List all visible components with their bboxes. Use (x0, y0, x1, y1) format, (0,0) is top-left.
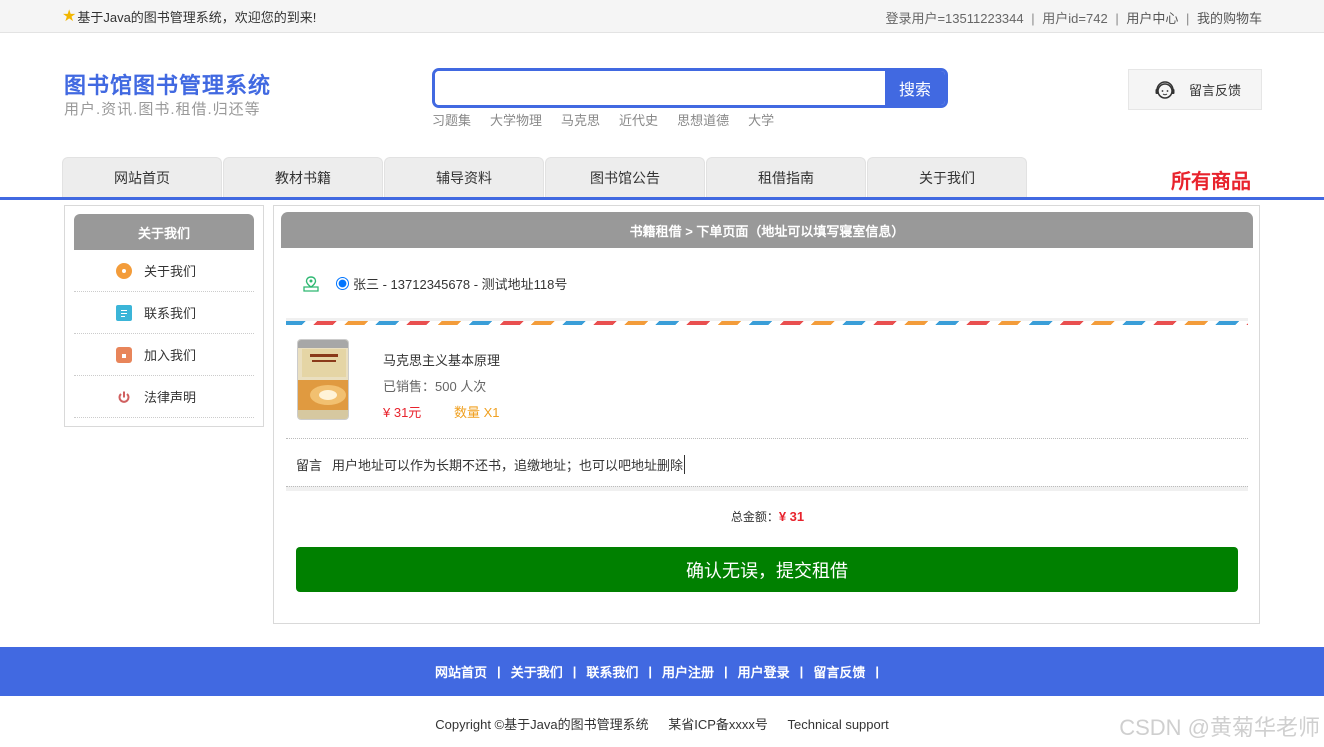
hot-word-link[interactable]: 大学物理 (490, 110, 542, 129)
sidebar-item-label: 加入我们 (144, 348, 197, 363)
total-label: 总金额： (730, 510, 779, 524)
login-user-text: 登录用户=13511223344 (885, 11, 1024, 26)
location-icon (303, 275, 319, 292)
site-subtitle: 用户.资讯.图书.租借.归还等 (64, 101, 261, 118)
welcome-text: 基于Java的图书管理系统，欢迎您的到来! (77, 10, 317, 25)
hot-word-link[interactable]: 习题集 (432, 110, 471, 129)
address-row: 张三 - 13712345678 - 测试地址118号 (302, 274, 567, 293)
top-bar: ★ 基于Java的图书管理系统，欢迎您的到来! 登录用户=13511223344… (0, 0, 1324, 33)
power-icon (116, 388, 132, 405)
clipboard-icon (116, 304, 132, 321)
hot-word-link[interactable]: 马克思 (561, 110, 600, 129)
search-input[interactable] (435, 71, 885, 105)
user-id-text: 用户id=742 (1042, 11, 1108, 26)
address-text: 张三 - 13712345678 - 测试地址118号 (353, 277, 568, 292)
memo-input[interactable]: 用户地址可以作为长期不还书，追缴地址；也可以吧地址删除 (332, 455, 686, 474)
user-center-link[interactable]: 用户中心 (1126, 11, 1178, 26)
nav-divider (0, 197, 1324, 200)
footer-link-feedback[interactable]: 留言反馈 (813, 662, 865, 681)
search-button[interactable]: 搜索 (885, 71, 945, 105)
book-price: ¥ 31元 (383, 405, 422, 420)
sidebar-item-label: 关于我们 (144, 264, 197, 279)
lock-icon (116, 346, 132, 363)
headset-icon (1155, 80, 1175, 99)
footer-link-login[interactable]: 用户登录 (738, 662, 790, 681)
sidebar-title: 关于我们 (74, 214, 254, 250)
sidebar-item-legal[interactable]: 法律声明 (74, 376, 254, 418)
watermark: CSDN @黄菊华老师 (1119, 715, 1320, 740)
support-text: Technical support (787, 717, 889, 732)
feedback-button[interactable]: 留言反馈 (1128, 69, 1262, 110)
memo-label: 留言 (296, 458, 323, 473)
copyright-text: Copyright ©基于Java的图书管理系统 (435, 717, 649, 732)
sidebar-item-contact[interactable]: 联系我们 (74, 292, 254, 334)
memo-row: 留言 用户地址可以作为长期不还书，追缴地址；也可以吧地址删除 (296, 455, 686, 474)
book-sold-count: 已销售：500 人次 (383, 379, 487, 394)
book-cover-image (297, 339, 349, 420)
footer-nav: 网站首页 | 关于我们 | 联系我们 | 用户注册 | 用户登录 | 留言反馈 | (0, 647, 1324, 696)
all-goods-link[interactable]: 所有商品 (1171, 165, 1251, 194)
icp-text: 某省ICP备xxxx号 (668, 717, 768, 732)
sidebar: 关于我们 关于我们 联系我们 加入我们 法律声明 (64, 205, 264, 427)
total-row: 总金额：¥ 31 (274, 508, 1261, 525)
footer-link-about[interactable]: 关于我们 (511, 662, 563, 681)
divider (286, 486, 1248, 491)
book-title[interactable]: 马克思主义基本原理 (383, 350, 500, 369)
site-title[interactable]: 图书馆图书管理系统 (64, 68, 271, 100)
divider (286, 438, 1248, 439)
hot-word-link[interactable]: 思想道德 (677, 110, 729, 129)
sidebar-item-label: 联系我们 (144, 306, 197, 321)
user-links: 登录用户=13511223344 | 用户id=742 | 用户中心 | 我的购… (885, 11, 1262, 26)
order-heading: 书籍租借 > 下单页面（地址可以填写寝室信息） (281, 212, 1253, 248)
order-panel: 书籍租借 > 下单页面（地址可以填写寝室信息） 张三 - 13712345678… (273, 205, 1260, 624)
sidebar-item-about[interactable]: 关于我们 (74, 250, 254, 292)
sidebar-item-label: 法律声明 (144, 390, 197, 405)
hot-word-link[interactable]: 近代史 (619, 110, 658, 129)
nav-tab-materials[interactable]: 辅导资料 (384, 157, 544, 197)
star-icon: ★ (62, 7, 77, 25)
feedback-label: 留言反馈 (1189, 83, 1242, 98)
footer-link-contact[interactable]: 联系我们 (586, 662, 638, 681)
hot-search-words: 习题集 大学物理 马克思 近代史 思想道德 大学 (432, 110, 774, 129)
nav-tab-textbooks[interactable]: 教材书籍 (223, 157, 383, 197)
sidebar-item-join[interactable]: 加入我们 (74, 334, 254, 376)
airmail-divider (286, 318, 1248, 325)
main-nav: 网站首页 教材书籍 辅导资料 图书馆公告 租借指南 关于我们 (62, 157, 1027, 197)
hot-word-link[interactable]: 大学 (748, 110, 774, 129)
footer-link-home[interactable]: 网站首页 (435, 662, 487, 681)
nav-tab-guide[interactable]: 租借指南 (706, 157, 866, 197)
footer-link-register[interactable]: 用户注册 (662, 662, 714, 681)
submit-rental-button[interactable]: 确认无误，提交租借 (296, 547, 1238, 592)
about-icon (116, 262, 132, 279)
search-bar: 搜索 (432, 68, 948, 108)
total-amount: ¥ 31 (778, 509, 805, 524)
nav-tab-home[interactable]: 网站首页 (62, 157, 222, 197)
cart-link[interactable]: 我的购物车 (1197, 11, 1262, 26)
nav-tab-notices[interactable]: 图书馆公告 (545, 157, 705, 197)
nav-tab-about[interactable]: 关于我们 (867, 157, 1027, 197)
book-quantity: 数量 X1 (454, 405, 500, 420)
welcome-message: ★ 基于Java的图书管理系统，欢迎您的到来! (62, 7, 316, 26)
address-radio[interactable] (336, 277, 349, 290)
